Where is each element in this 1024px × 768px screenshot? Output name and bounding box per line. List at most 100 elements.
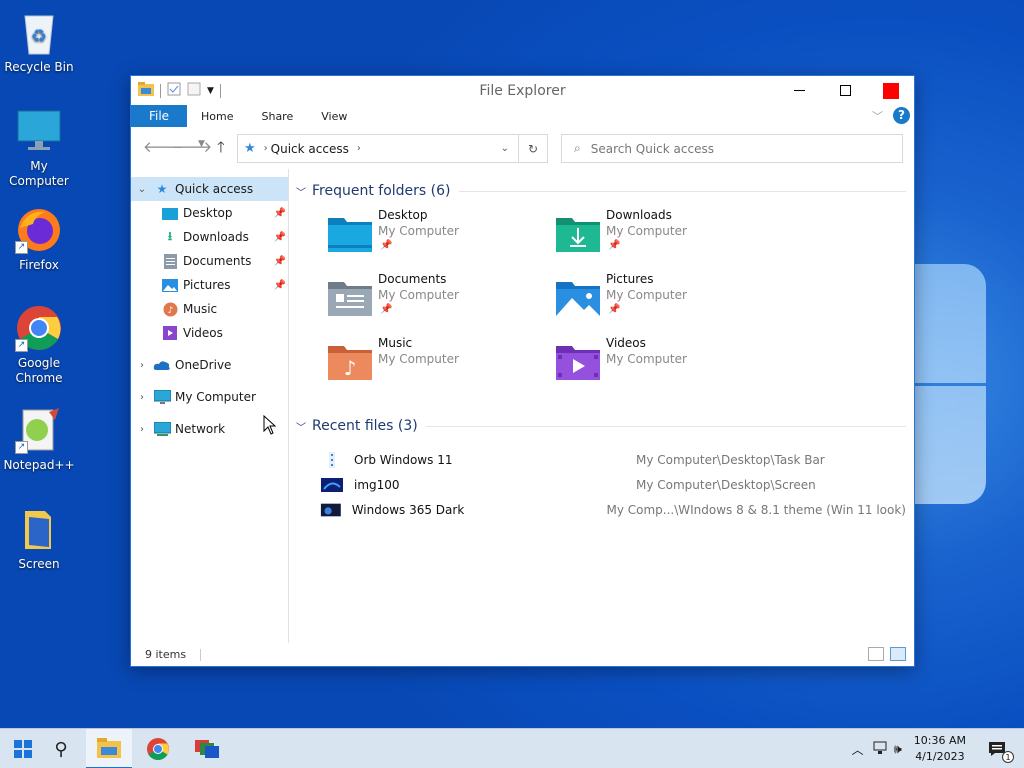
nav-item-music[interactable]: ♪ Music xyxy=(131,297,289,321)
nav-item-downloads[interactable]: ⭳ Downloads 📌 xyxy=(131,225,289,249)
system-tray: ︿ 🕪 10:36 AM 4/1/2023 1 xyxy=(852,729,1024,768)
up-button[interactable]: 🡑 xyxy=(217,137,225,162)
nav-item-label: Documents xyxy=(183,254,252,268)
tile-name: Documents xyxy=(378,272,447,286)
orb-file-icon xyxy=(329,452,335,468)
maximize-button[interactable] xyxy=(822,76,868,105)
shortcut-arrow-icon: ↗ xyxy=(15,241,28,254)
large-icons-view-button[interactable] xyxy=(890,647,906,661)
tab-share[interactable]: Share xyxy=(247,105,307,127)
title-bar[interactable]: ▼ File Explorer xyxy=(131,76,914,105)
onedrive-cloud-icon xyxy=(153,357,171,373)
folder-tile-videos[interactable]: Videos My Computer xyxy=(556,336,776,392)
breadcrumb-quick-access[interactable]: Quick access xyxy=(271,142,349,156)
nav-item-my-computer[interactable]: › My Computer xyxy=(131,385,289,409)
folder-tile-desktop[interactable]: Desktop My Computer 📌 xyxy=(328,208,548,264)
collapsed-chevron-icon[interactable]: › xyxy=(131,392,153,403)
pictures-icon xyxy=(161,277,179,293)
tab-file[interactable]: File xyxy=(131,105,187,127)
nav-item-quick-access[interactable]: ⌄ ★ Quick access xyxy=(131,177,289,201)
pin-icon: 📌 xyxy=(273,279,286,291)
shortcut-arrow-icon: ↗ xyxy=(15,339,28,352)
pane-splitter[interactable] xyxy=(288,169,289,643)
nav-item-label: Music xyxy=(183,302,218,316)
clock-date: 4/1/2023 xyxy=(915,750,965,763)
recent-file-name: Orb Windows 11 xyxy=(354,453,453,467)
file-explorer-window: ▼ File Explorer File Home Share View ﹀ ?… xyxy=(130,75,915,667)
desktop-icon-firefox[interactable]: ↗ Firefox xyxy=(1,206,77,273)
search-input[interactable] xyxy=(590,141,881,156)
chrome-icon xyxy=(147,738,169,760)
nav-item-onedrive[interactable]: › OneDrive xyxy=(131,353,289,377)
pin-icon: 📌 xyxy=(380,304,393,315)
recent-file-row[interactable]: Windows 365 Dark My Comp...\WIndows 8 & … xyxy=(320,498,906,522)
desktop-folder-icon xyxy=(161,205,179,221)
network-icon xyxy=(153,421,171,437)
tile-location: My Computer xyxy=(378,352,459,366)
show-hidden-icons-chevron-icon[interactable]: ︿ xyxy=(852,741,864,758)
address-dropdown-chevron-icon[interactable]: ⌄ xyxy=(501,143,509,154)
minimize-icon xyxy=(793,89,805,91)
recent-locations-chevron-icon[interactable]: ▼ xyxy=(198,139,205,149)
desktop-icon-screen[interactable]: Screen xyxy=(1,505,77,572)
help-icon[interactable]: ? xyxy=(893,107,910,124)
details-view-button[interactable] xyxy=(868,647,884,661)
forward-button[interactable]: 🡒 xyxy=(172,137,212,156)
desktop-icon-my-computer[interactable]: My Computer xyxy=(1,107,77,189)
folder-tile-documents[interactable]: Documents My Computer 📌 xyxy=(328,272,548,328)
search-button[interactable]: ⚲ xyxy=(38,729,84,768)
clock[interactable]: 10:36 AM 4/1/2023 xyxy=(914,733,966,765)
clock-time: 10:36 AM xyxy=(913,734,966,747)
recent-file-row[interactable]: img100 My Computer\Desktop\Screen xyxy=(320,473,906,497)
taskbar-chrome[interactable] xyxy=(135,729,181,768)
pin-icon: 📌 xyxy=(273,255,286,267)
nav-item-desktop[interactable]: Desktop 📌 xyxy=(131,201,289,225)
documents-icon xyxy=(161,253,179,269)
close-icon xyxy=(883,82,899,99)
windows-logo-icon xyxy=(14,740,32,758)
tab-view[interactable]: View xyxy=(307,105,361,127)
recent-file-row[interactable]: Orb Windows 11 My Computer\Desktop\Task … xyxy=(320,448,906,472)
nav-item-label: Quick access xyxy=(175,182,254,196)
desktop-icon-notepadpp[interactable]: ↗ Notepad++ xyxy=(1,406,77,473)
close-button[interactable] xyxy=(868,76,914,105)
download-arrow-icon: ⭳ xyxy=(167,228,173,243)
windows-stack-icon xyxy=(195,740,219,758)
nav-item-label: Videos xyxy=(183,326,223,340)
desktop-icon-google-chrome[interactable]: ↗ Google Chrome xyxy=(1,304,77,386)
expanded-chevron-icon[interactable]: ⌄ xyxy=(131,184,153,195)
notepadpp-icon: ↗ xyxy=(15,406,63,454)
tab-home[interactable]: Home xyxy=(187,105,247,127)
folder-tile-pictures[interactable]: Pictures My Computer 📌 xyxy=(556,272,776,328)
address-bar[interactable]: ★ › Quick access › ⌄ xyxy=(237,134,548,163)
status-bar: 9 items xyxy=(131,643,914,666)
navigation-bar: 🡐 🡒 ▼ 🡑 ★ › Quick access › ⌄ ↻ ⌕ xyxy=(131,127,914,165)
nav-item-videos[interactable]: Videos xyxy=(131,321,289,345)
recent-file-path: My Comp...\WIndows 8 & 8.1 theme (Win 11… xyxy=(606,503,906,517)
taskbar-screen-app[interactable] xyxy=(184,729,230,768)
breadcrumb-chevron-icon[interactable]: › xyxy=(357,143,361,154)
notification-center-button[interactable]: 1 xyxy=(984,729,1014,768)
volume-icon[interactable]: 🕪 xyxy=(894,742,902,757)
item-count: 9 items xyxy=(145,648,187,661)
collapsed-chevron-icon[interactable]: › xyxy=(131,360,153,371)
search-box[interactable]: ⌕ xyxy=(561,134,903,163)
desktop-icon-label: My Computer xyxy=(9,159,69,188)
monitor-icon xyxy=(15,107,63,155)
desktop-icon-label: Google Chrome xyxy=(15,356,63,385)
refresh-button[interactable]: ↻ xyxy=(518,134,548,163)
nav-item-label: Pictures xyxy=(183,278,231,292)
minimize-button[interactable] xyxy=(776,76,822,105)
desktop-icon-recycle-bin[interactable]: ♻ Recycle Bin xyxy=(1,8,77,75)
pin-icon: 📌 xyxy=(608,240,621,251)
folder-tile-music[interactable]: ♪ Music My Computer xyxy=(328,336,548,392)
network-icon[interactable] xyxy=(872,741,888,758)
collapsed-chevron-icon[interactable]: › xyxy=(131,424,153,435)
recent-files-header[interactable]: ﹀ Recent files (3) xyxy=(296,415,906,437)
nav-item-documents[interactable]: Documents 📌 xyxy=(131,249,289,273)
expand-ribbon-chevron-icon[interactable]: ﹀ xyxy=(872,108,883,124)
taskbar-file-explorer[interactable] xyxy=(86,729,132,768)
folder-tile-downloads[interactable]: Downloads My Computer 📌 xyxy=(556,208,776,264)
frequent-folders-header[interactable]: ﹀ Frequent folders (6) xyxy=(296,180,906,202)
nav-item-pictures[interactable]: Pictures 📌 xyxy=(131,273,289,297)
